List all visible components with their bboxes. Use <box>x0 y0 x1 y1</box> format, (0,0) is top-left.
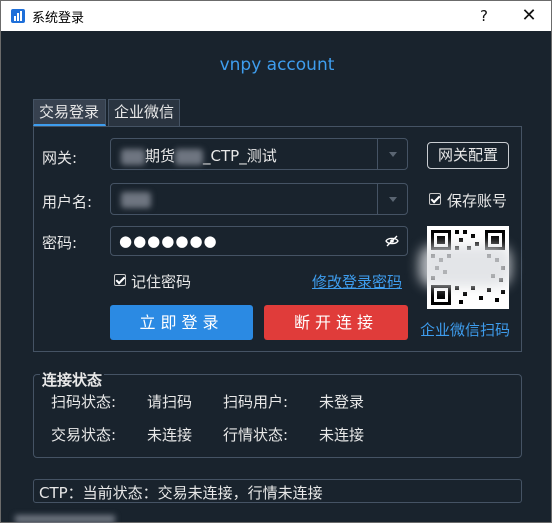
dropdown-toggle[interactable] <box>377 139 407 169</box>
gateway-value-suffix: _CTP_测试 <box>203 147 277 165</box>
trade-status-label: 交易状态: <box>51 426 117 444</box>
wechat-scan-link[interactable]: 企业微信扫码 <box>420 319 510 340</box>
remember-password-checkbox[interactable] <box>114 274 126 286</box>
login-window: 系统登录 ? ✕ vnpy account 交易登录 企业微信 网关: 期货 _C… <box>0 0 552 523</box>
redacted-blur <box>15 515 115 523</box>
connection-status-title: 连接状态 <box>40 369 105 390</box>
redacted-blur <box>175 148 204 165</box>
app-chart-icon <box>11 9 25 23</box>
gateway-label: 网关: <box>42 149 78 167</box>
username-select[interactable] <box>110 183 408 215</box>
window-title: 系统登录 <box>32 11 85 26</box>
save-account-label: 保存账号 <box>447 192 508 210</box>
login-button[interactable]: 立即登录 <box>110 305 253 340</box>
username-label: 用户名: <box>42 193 93 211</box>
gateway-value-visible: 期货 <box>145 147 176 165</box>
connection-status-group <box>33 374 522 458</box>
dropdown-toggle[interactable] <box>377 184 407 214</box>
change-password-link[interactable]: 修改登录密码 <box>312 271 402 292</box>
scan-status-value: 请扫码 <box>147 393 193 411</box>
market-status-label: 行情状态: <box>223 426 289 444</box>
save-account-checkbox[interactable] <box>429 193 441 205</box>
password-mask: ●●●●●●● <box>119 232 218 250</box>
tab-trade-login[interactable]: 交易登录 <box>33 99 106 126</box>
market-status-value: 未连接 <box>319 426 365 444</box>
qr-redaction <box>419 245 511 287</box>
gateway-value: 期货 _CTP_测试 <box>121 145 277 166</box>
page-heading: vnpy account <box>219 55 335 75</box>
close-button[interactable]: ✕ <box>506 1 552 31</box>
status-bar: CTP：当前状态：交易未连接，行情未连接 <box>33 479 522 503</box>
chevron-down-icon <box>389 197 397 202</box>
trade-status-value: 未连接 <box>147 426 193 444</box>
scan-user-value: 未登录 <box>319 393 365 411</box>
status-bar-text: CTP：当前状态：交易未连接，行情未连接 <box>39 484 323 502</box>
chevron-down-icon <box>389 152 397 157</box>
scan-status-label: 扫码状态: <box>51 393 117 411</box>
gateway-select[interactable]: 期货 _CTP_测试 <box>110 138 408 170</box>
title-bar: 系统登录 ? ✕ <box>1 1 551 31</box>
tab-wechat[interactable]: 企业微信 <box>108 99 180 126</box>
redacted-blur <box>121 191 151 208</box>
password-label: 密码: <box>42 234 78 252</box>
redacted-blur <box>121 148 145 165</box>
disconnect-button[interactable]: 断开连接 <box>264 305 408 340</box>
scan-user-label: 扫码用户: <box>223 393 289 411</box>
password-field[interactable]: ●●●●●●● <box>110 226 408 256</box>
gateway-config-button[interactable]: 网关配置 <box>427 142 509 169</box>
eye-off-icon[interactable] <box>385 234 399 248</box>
remember-password-label: 记住密码 <box>131 273 192 291</box>
username-value <box>121 190 151 208</box>
help-button[interactable]: ? <box>461 1 507 31</box>
